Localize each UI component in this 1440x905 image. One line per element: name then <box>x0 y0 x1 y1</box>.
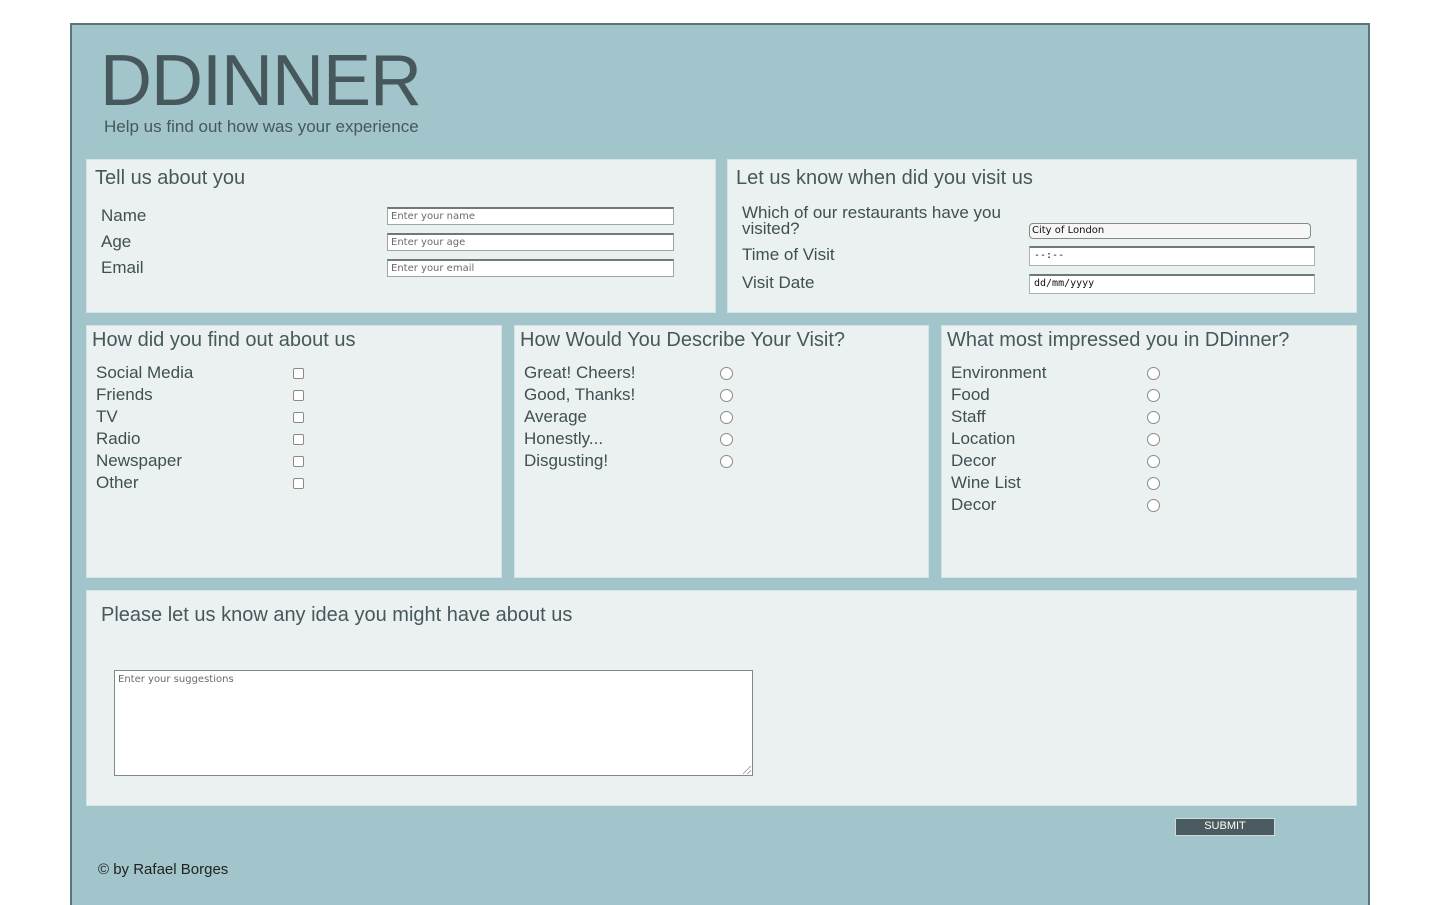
average-radio[interactable] <box>720 411 733 424</box>
impressed-option-label: Food <box>951 385 990 404</box>
tv-checkbox[interactable] <box>293 412 304 423</box>
wine-list-radio[interactable] <box>1147 477 1160 490</box>
age-label: Age <box>101 232 132 251</box>
describe-option-label: Good, Thanks! <box>524 385 636 404</box>
newspaper-checkbox[interactable] <box>293 456 304 467</box>
date-input[interactable]: dd/mm/yyyy <box>1029 274 1315 294</box>
found-us-option-label: Radio <box>96 429 141 448</box>
describe-heading: How Would You Describe Your Visit? <box>520 329 846 351</box>
social-media-checkbox[interactable] <box>293 368 304 379</box>
honestly-radio[interactable] <box>720 433 733 446</box>
visit-heading: Let us know when did you visit us <box>736 167 1033 189</box>
impressed-option-label: Decor <box>951 495 997 514</box>
found-us-option-label: Friends <box>96 385 153 404</box>
resize-grip-icon[interactable] <box>743 766 751 774</box>
found-us-heading: How did you find out about us <box>92 329 356 351</box>
time-input[interactable]: --:-- <box>1029 246 1315 266</box>
suggestions-panel: Please let us know any idea you might ha… <box>86 590 1357 806</box>
suggestions-placeholder: Enter your suggestions <box>118 674 234 685</box>
brand-header: DDINNER Help us find out how was your ex… <box>100 41 422 137</box>
site-subtitle: Help us find out how was your experience <box>104 117 419 136</box>
location-radio[interactable] <box>1147 433 1160 446</box>
impressed-option-label: Wine List <box>951 473 1021 492</box>
name-label: Name <box>101 206 147 225</box>
email-label: Email <box>101 258 144 277</box>
describe-option-label: Average <box>524 407 588 426</box>
describe-panel: How Would You Describe Your Visit? Great… <box>514 325 929 578</box>
survey-form: DDINNER Help us find out how was your ex… <box>70 23 1370 905</box>
found-us-option-label: Other <box>96 473 139 492</box>
footer-credit: © by Rafael Borges <box>98 861 229 878</box>
time-label: Time of Visit <box>742 245 835 264</box>
food-radio[interactable] <box>1147 389 1160 402</box>
describe-option-label: Great! Cheers! <box>524 363 636 382</box>
environment-radio[interactable] <box>1147 367 1160 380</box>
staff-radio[interactable] <box>1147 411 1160 424</box>
found-us-option-label: Social Media <box>96 363 194 382</box>
impressed-option-label: Location <box>951 429 1016 448</box>
submit-button[interactable]: SUBMIT <box>1175 818 1275 836</box>
impressed-heading: What most impressed you in DDinner? <box>947 329 1290 351</box>
describe-option-label: Honestly... <box>524 429 604 448</box>
found-us-option-label: TV <box>96 407 118 426</box>
visit-panel: Let us know when did you visit us Which … <box>727 159 1357 313</box>
good-radio[interactable] <box>720 389 733 402</box>
restaurant-label: Which of our restaurants have you visite… <box>742 203 1001 238</box>
site-title: DDINNER <box>100 41 422 121</box>
about-you-heading: Tell us about you <box>95 167 246 189</box>
restaurant-select[interactable]: City of London <box>1029 223 1311 239</box>
radio-checkbox[interactable] <box>293 434 304 445</box>
decor-radio[interactable] <box>1147 455 1160 468</box>
impressed-option-label: Staff <box>951 407 986 426</box>
disgusting-radio[interactable] <box>720 455 733 468</box>
decor-radio-2[interactable] <box>1147 499 1160 512</box>
found-us-panel: How did you find out about us Social Med… <box>86 325 502 578</box>
impressed-option-label: Environment <box>951 363 1047 382</box>
impressed-panel: What most impressed you in DDinner? Envi… <box>941 325 1357 578</box>
age-field[interactable] <box>387 233 674 251</box>
friends-checkbox[interactable] <box>293 390 304 401</box>
name-field[interactable] <box>387 207 674 225</box>
great-radio[interactable] <box>720 367 733 380</box>
suggestions-heading: Please let us know any idea you might ha… <box>101 604 573 626</box>
other-checkbox[interactable] <box>293 478 304 489</box>
impressed-option-label: Decor <box>951 451 997 470</box>
about-you-panel: Tell us about you Name Age Email <box>86 159 716 313</box>
found-us-option-label: Newspaper <box>96 451 182 470</box>
email-field[interactable] <box>387 259 674 277</box>
date-label: Visit Date <box>742 273 815 292</box>
describe-option-label: Disgusting! <box>524 451 609 470</box>
suggestions-textarea[interactable]: Enter your suggestions <box>114 670 753 776</box>
